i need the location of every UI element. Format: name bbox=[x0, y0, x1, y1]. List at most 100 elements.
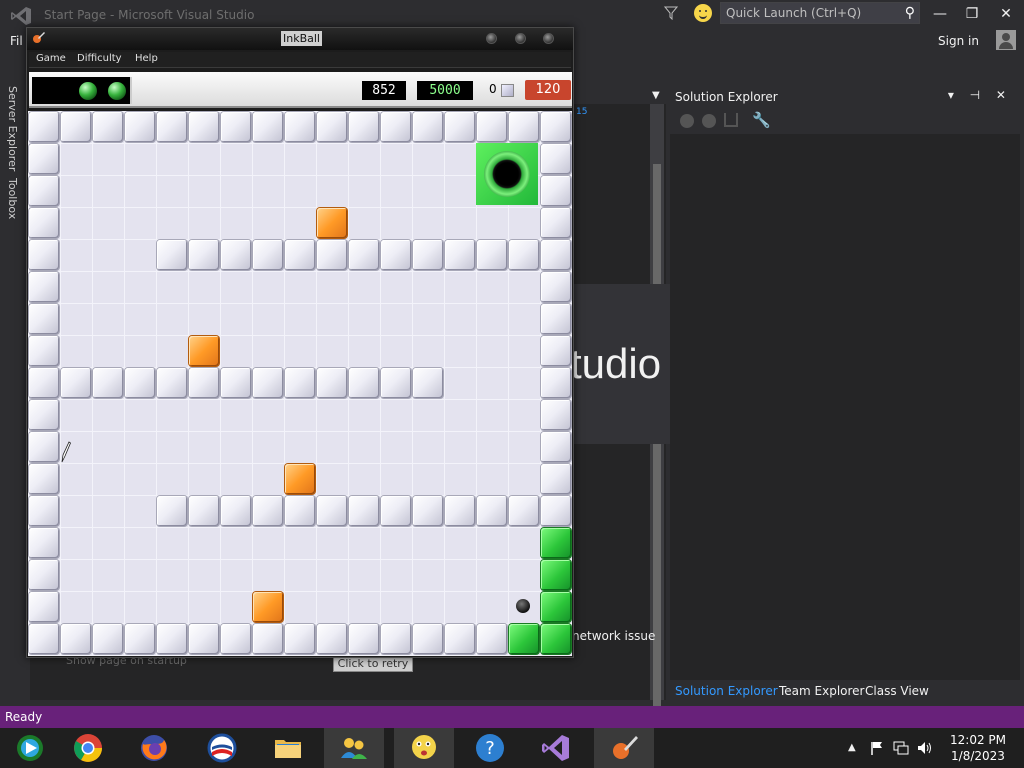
volume-icon[interactable] bbox=[917, 740, 933, 756]
taskbar-people[interactable] bbox=[324, 728, 384, 768]
wall-block bbox=[317, 112, 347, 142]
taskbar-media-center[interactable] bbox=[0, 728, 60, 768]
wall-block bbox=[221, 624, 251, 654]
wall-block bbox=[445, 496, 475, 526]
wall-block bbox=[125, 624, 155, 654]
people-icon bbox=[341, 738, 367, 759]
solution-explorer-title: Solution Explorer bbox=[675, 90, 778, 104]
taskbar-browser[interactable] bbox=[192, 728, 252, 768]
wall-block bbox=[221, 240, 251, 270]
wall-block bbox=[413, 496, 443, 526]
wall-block bbox=[157, 112, 187, 142]
toolbox-tab[interactable]: Toolbox bbox=[6, 178, 19, 219]
retry-button[interactable]: Click to retry bbox=[333, 656, 413, 672]
menu-difficulty[interactable]: Difficulty bbox=[77, 53, 122, 64]
visual-studio-logo-icon bbox=[11, 7, 31, 25]
close-button[interactable]: ✕ bbox=[994, 4, 1018, 24]
server-explorer-tab[interactable]: Server Explorer bbox=[6, 86, 19, 171]
media-center-icon bbox=[17, 735, 43, 761]
wall-block bbox=[29, 624, 59, 654]
wall-block bbox=[285, 496, 315, 526]
chrome-icon bbox=[74, 734, 102, 762]
wall-block bbox=[29, 304, 59, 334]
green-wall-block bbox=[541, 528, 571, 558]
help-icon: ? bbox=[476, 734, 504, 762]
wall-block bbox=[189, 624, 219, 654]
svg-text:?: ? bbox=[485, 738, 495, 759]
menu-help[interactable]: Help bbox=[135, 53, 158, 64]
green-wall-block bbox=[541, 624, 571, 654]
start-page-link[interactable]: 15 bbox=[576, 107, 587, 117]
wall-block bbox=[381, 624, 411, 654]
sign-in-link[interactable]: Sign in bbox=[938, 34, 979, 48]
taskbar-chat[interactable] bbox=[394, 728, 454, 768]
account-icon[interactable] bbox=[996, 30, 1016, 50]
show-hidden-icons-arrow[interactable]: ▲ bbox=[848, 742, 856, 753]
wall-block bbox=[509, 240, 539, 270]
network-icon[interactable] bbox=[893, 740, 909, 756]
orange-block bbox=[317, 208, 347, 238]
gray-hole bbox=[508, 591, 538, 621]
home-icon[interactable] bbox=[724, 113, 738, 127]
taskbar-file-explorer[interactable] bbox=[258, 728, 318, 768]
tab-team-explorer[interactable]: Team Explorer bbox=[779, 684, 865, 698]
wall-block bbox=[541, 304, 571, 334]
wall-block bbox=[541, 240, 571, 270]
minimize-button[interactable]: — bbox=[928, 4, 952, 24]
wall-block bbox=[317, 368, 347, 398]
tab-class-view[interactable]: Class View bbox=[865, 684, 929, 698]
vs-file-menu[interactable]: Fil bbox=[10, 34, 23, 48]
wall-block bbox=[29, 336, 59, 366]
time-remaining: 120 bbox=[525, 80, 571, 100]
visual-studio-icon bbox=[542, 735, 569, 761]
wall-block bbox=[29, 464, 59, 494]
panel-pin-close-icons[interactable]: ▾ ⊣ ✕ bbox=[948, 88, 1012, 102]
missed-balls-count: 0 bbox=[489, 82, 497, 96]
green-goal-hole bbox=[476, 143, 538, 205]
quick-launch-input[interactable]: Quick Launch (Ctrl+Q) ⚲ bbox=[720, 2, 920, 24]
wall-block bbox=[93, 112, 123, 142]
taskbar-inkball[interactable] bbox=[594, 728, 654, 768]
taskbar-firefox[interactable] bbox=[124, 728, 184, 768]
clock-time: 12:02 PM bbox=[950, 733, 1006, 747]
properties-wrench-icon[interactable]: 🔧 bbox=[752, 111, 771, 129]
wall-block bbox=[541, 400, 571, 430]
taskbar-help[interactable]: ? bbox=[460, 728, 520, 768]
search-icon[interactable]: ⚲ bbox=[905, 5, 915, 21]
taskbar-chrome[interactable] bbox=[58, 728, 118, 768]
doc-dropdown-arrow-icon[interactable]: ▼ bbox=[652, 90, 660, 101]
inkball-window-title: InkBall bbox=[281, 31, 322, 46]
wall-block bbox=[381, 240, 411, 270]
wall-block bbox=[413, 368, 443, 398]
folder-icon bbox=[275, 740, 301, 758]
game-board[interactable] bbox=[28, 111, 572, 656]
wall-block bbox=[61, 368, 91, 398]
inkball-menu-bar: Game Difficulty Help bbox=[29, 52, 571, 68]
taskbar-clock[interactable]: 12:02 PM 1/8/2023 bbox=[950, 732, 1006, 764]
wall-block bbox=[285, 624, 315, 654]
orange-block bbox=[189, 336, 219, 366]
smiley-feedback-icon[interactable] bbox=[694, 4, 712, 22]
inkball-maximize-button[interactable] bbox=[515, 33, 526, 44]
wall-block bbox=[253, 112, 283, 142]
firefox-icon bbox=[141, 735, 167, 761]
inkball-minimize-button[interactable] bbox=[486, 33, 497, 44]
wall-block bbox=[253, 240, 283, 270]
forward-icon[interactable] bbox=[702, 114, 716, 128]
ball-queue bbox=[32, 77, 132, 104]
feedback-filter-icon[interactable] bbox=[664, 6, 678, 20]
restore-button[interactable]: ❐ bbox=[960, 4, 984, 24]
back-icon[interactable] bbox=[680, 114, 694, 128]
tab-solution-explorer[interactable]: Solution Explorer bbox=[675, 684, 778, 698]
wall-block bbox=[29, 112, 59, 142]
wall-block bbox=[477, 112, 507, 142]
inkball-close-button[interactable] bbox=[543, 33, 554, 44]
solution-explorer-header: Solution Explorer ▾ ⊣ ✕ bbox=[670, 86, 1020, 108]
action-center-flag-icon[interactable] bbox=[870, 741, 886, 755]
wall-block bbox=[29, 368, 59, 398]
wall-block bbox=[381, 368, 411, 398]
inkball-title-bar[interactable]: InkBall bbox=[27, 28, 573, 50]
menu-game[interactable]: Game bbox=[36, 53, 66, 64]
inkball-window: InkBall Game Difficulty Help 852 5000 0 … bbox=[26, 27, 574, 658]
taskbar-visual-studio[interactable] bbox=[526, 728, 586, 768]
